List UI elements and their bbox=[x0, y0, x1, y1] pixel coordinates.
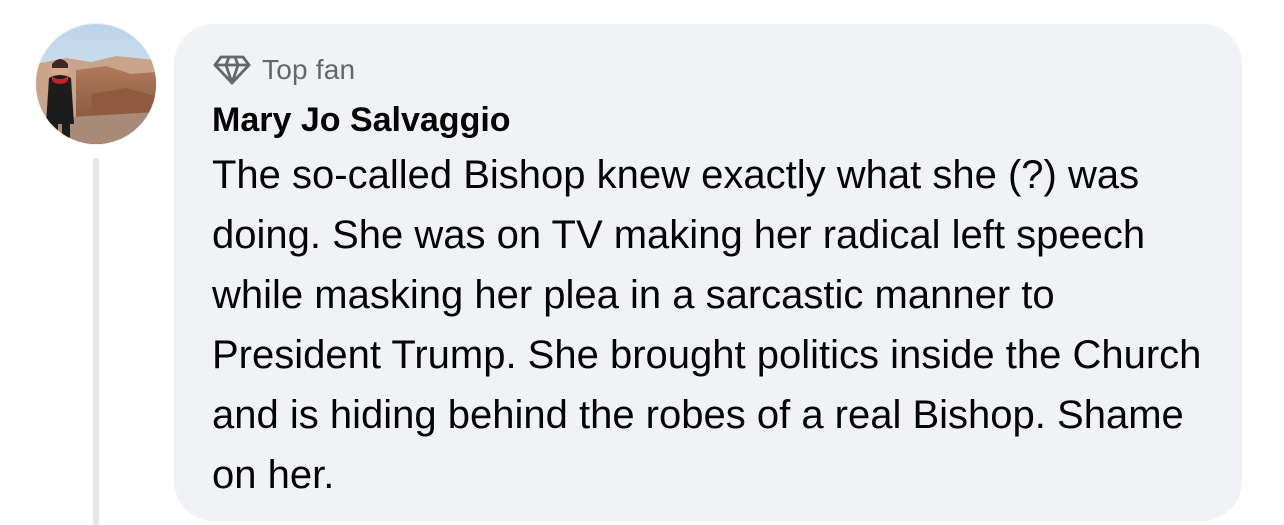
comment-bubble: Top fan Mary Jo Salvaggio The so-called … bbox=[174, 24, 1242, 521]
diamond-icon bbox=[212, 53, 252, 87]
thread-line bbox=[93, 158, 99, 525]
avatar[interactable] bbox=[36, 24, 156, 144]
comment-text: The so-called Bishop knew exactly what s… bbox=[212, 153, 1202, 497]
avatar-photo bbox=[36, 24, 156, 144]
author-name[interactable]: Mary Jo Salvaggio bbox=[212, 96, 511, 144]
badge-label: Top fan bbox=[262, 54, 356, 85]
top-fan-badge[interactable]: Top fan bbox=[212, 50, 355, 90]
